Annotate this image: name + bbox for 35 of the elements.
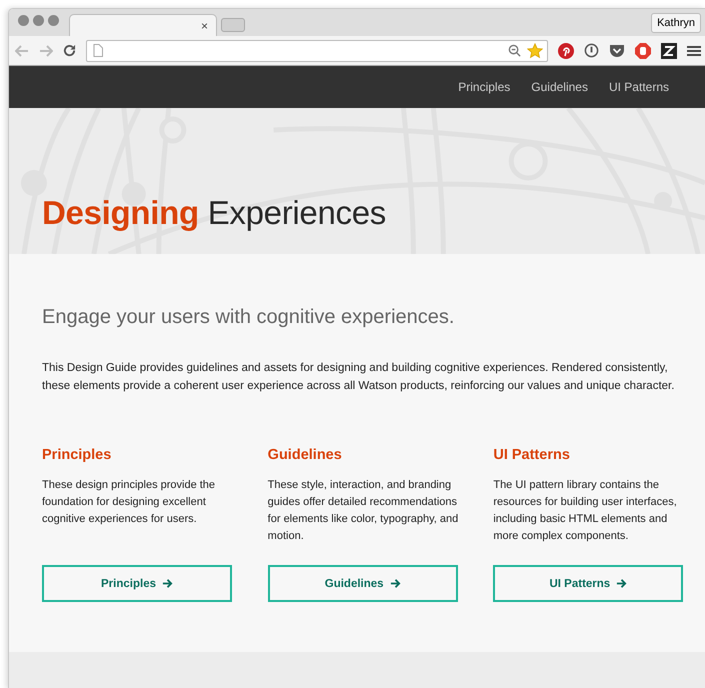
info-icon[interactable] xyxy=(584,43,599,58)
reload-icon[interactable] xyxy=(63,44,76,57)
hero-title-accent: Designing xyxy=(42,194,199,231)
arrow-right-icon xyxy=(390,578,401,589)
menu-icon[interactable] xyxy=(687,44,701,56)
shield-icon[interactable] xyxy=(609,44,625,58)
hand-icon[interactable] xyxy=(635,42,651,58)
nav-link[interactable]: UI Patterns xyxy=(608,80,669,94)
nav-link[interactable]: Principles xyxy=(458,80,510,94)
section-button[interactable]: Principles xyxy=(42,565,232,602)
section-description: The UI pattern library contains the resources for building user interfaces, including basic HTML elements and more complex components. xyxy=(493,478,678,544)
section-title: Principles xyxy=(42,447,112,463)
section-button[interactable]: Guidelines xyxy=(268,565,458,602)
letter-icon[interactable] xyxy=(661,42,677,58)
section-title: UI Patterns xyxy=(493,447,571,463)
section-button[interactable]: UI Patterns xyxy=(493,565,684,602)
profile-button[interactable]: Kathryn xyxy=(651,13,701,33)
arrow-right-icon xyxy=(162,578,173,589)
nav-link[interactable]: Guidelines xyxy=(531,80,588,94)
pin-icon[interactable] xyxy=(558,42,574,58)
arrow-right-icon xyxy=(616,578,628,589)
zoom-out-icon[interactable] xyxy=(508,44,521,57)
section-description: These style, interaction, and branding guides offer detailed recommendations for elements like color, typography, and motion. xyxy=(268,478,460,544)
hero-title: Experiences xyxy=(208,194,386,231)
section-description: These design principles provide the foundation for designing excellent cognitive experiences for users. xyxy=(42,478,216,527)
tab-close-button[interactable]: × xyxy=(200,18,208,32)
section-title: Guidelines xyxy=(268,447,343,463)
page-icon xyxy=(93,44,103,57)
window-zoom-dot[interactable] xyxy=(48,15,59,26)
intro-paragraph: This Design Guide provides guidelines and assets for designing and building cognitive experiences. Rendered consistently, these elements provide a coherent user experience across all Watson products, reinforcing our values and unique character. xyxy=(42,361,676,394)
intro-heading: Engage your users with cognitive experiences. xyxy=(42,306,456,329)
window-close-dot[interactable] xyxy=(18,15,29,26)
window-minimize-dot[interactable] xyxy=(33,15,44,26)
browser-tab[interactable]: × xyxy=(69,14,217,36)
star-icon[interactable] xyxy=(527,42,543,58)
